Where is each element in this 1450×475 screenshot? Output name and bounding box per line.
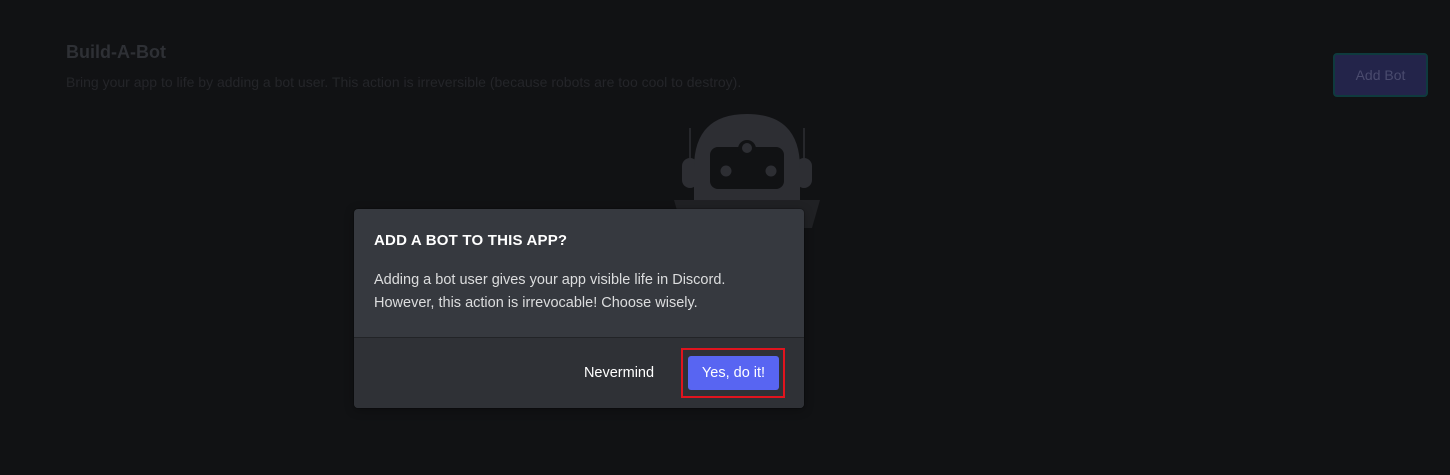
modal-body-line-2: However, this action is irrevocable! Cho… [374, 295, 698, 311]
section-title: Build-A-Bot [66, 42, 166, 62]
confirm-button[interactable]: Yes, do it! [688, 356, 779, 390]
modal-footer: Nevermind Yes, do it! [354, 337, 804, 408]
add-bot-button[interactable]: Add Bot [1333, 53, 1428, 97]
section-description: Bring your app to life by adding a bot u… [66, 74, 742, 90]
modal-title: ADD A BOT TO THIS APP? [374, 232, 568, 249]
modal-body: Adding a bot user gives your app visible… [374, 269, 784, 315]
page: Build-A-Bot Bring your app to life by ad… [0, 0, 1450, 475]
add-bot-modal: ADD A BOT TO THIS APP? Adding a bot user… [354, 209, 804, 408]
modal-body-line-1: Adding a bot user gives your app visible… [374, 272, 726, 288]
nevermind-button[interactable]: Nevermind [574, 356, 664, 390]
